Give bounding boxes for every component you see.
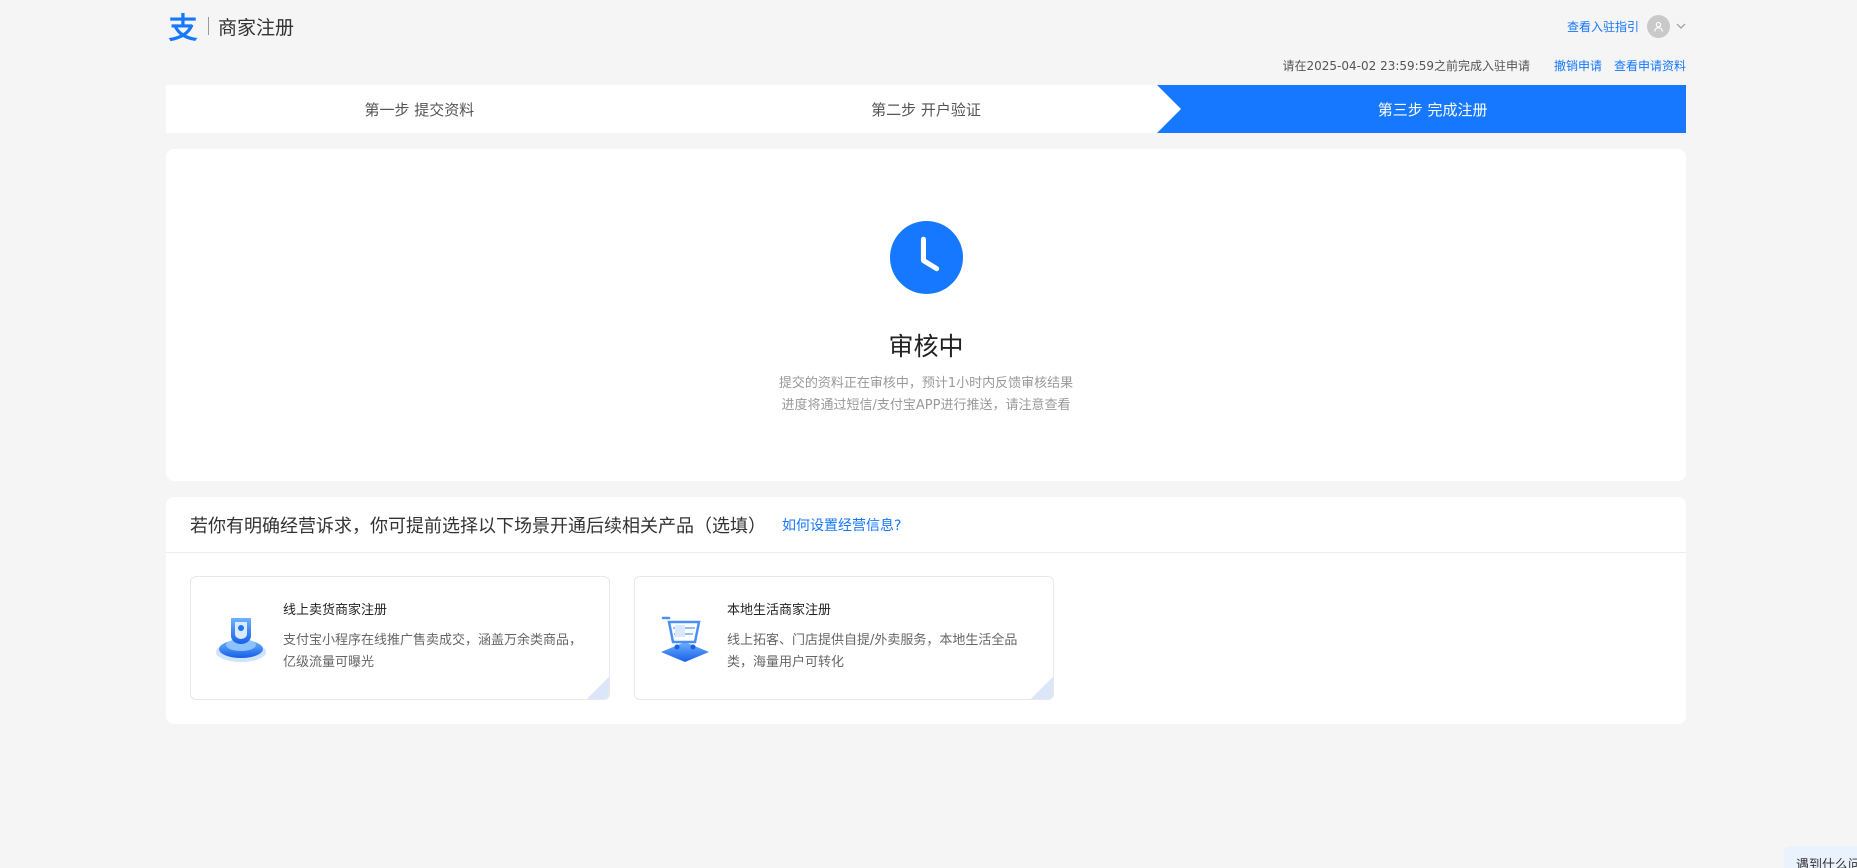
- alipay-logo-icon: 支: [168, 11, 198, 45]
- page-brand-title: 商家注册: [218, 16, 295, 39]
- product-name: 本地生活商家注册: [727, 603, 832, 618]
- online-shop-icon: [216, 618, 266, 662]
- steps-bar: 第一步 提交资料 第二步 开户验证 第三步 完成注册: [166, 85, 1687, 133]
- scene-card: 若你有明确经营诉求，你可提前选择以下场景开通后续相关产品（选填） 如何设置经营信…: [166, 497, 1686, 724]
- product-description: 线上拓客、门店提供自提/外卖服务，本地生活全品类，海量用户可转化: [727, 633, 1018, 670]
- clock-icon: [889, 221, 963, 294]
- step-label: 第二步 开户验证: [871, 100, 981, 119]
- status-description: 提交的资料正在审核中，预计1小时内反馈审核结果 进度将通过短信/支付宝APP进行…: [779, 373, 1073, 417]
- step-label: 第三步 完成注册: [1377, 100, 1488, 119]
- scene-help-link[interactable]: 如何设置经营信息?: [782, 515, 901, 535]
- scene-header: 若你有明确经营诉求，你可提前选择以下场景开通后续相关产品（选填） 如何设置经营信…: [166, 497, 1686, 553]
- deadline-text: 请在2025-04-02 23:59:59之前完成入驻申请: [1282, 58, 1530, 73]
- corner-decoration: [1031, 677, 1053, 699]
- help-float-widget[interactable]: 遇到什么问题: [1784, 846, 1857, 868]
- status-line-2: 进度将通过短信/支付宝APP进行推送，请注意查看: [781, 398, 1071, 413]
- product-text: 线上卖货商家注册 支付宝小程序在线推广售卖成交，涵盖万余类商品，亿级流量可曝光: [283, 599, 583, 674]
- product-list: 线上卖货商家注册 支付宝小程序在线推广售卖成交，涵盖万余类商品，亿级流量可曝光: [166, 553, 1686, 700]
- status-line-1: 提交的资料正在审核中，预计1小时内反馈审核结果: [778, 376, 1074, 391]
- guide-link[interactable]: 查看入驻指引: [1567, 18, 1639, 35]
- shopping-cart-icon: [661, 616, 709, 662]
- corner-decoration: [587, 677, 609, 699]
- header-right: 查看入驻指引: [1567, 14, 1686, 38]
- brand[interactable]: 支 商家注册: [166, 10, 295, 45]
- product-local-life[interactable]: 本地生活商家注册 线上拓客、门店提供自提/外卖服务，本地生活全品类，海量用户可转…: [634, 576, 1054, 700]
- product-name: 线上卖货商家注册: [283, 603, 388, 618]
- product-description: 支付宝小程序在线推广售卖成交，涵盖万余类商品，亿级流量可曝光: [283, 633, 583, 670]
- product-online-shop[interactable]: 线上卖货商家注册 支付宝小程序在线推广售卖成交，涵盖万余类商品，亿级流量可曝光: [190, 576, 610, 700]
- status-title: 审核中: [888, 332, 964, 361]
- avatar[interactable]: [1647, 14, 1670, 38]
- product-text: 本地生活商家注册 线上拓客、门店提供自提/外卖服务，本地生活全品类，海量用户可转…: [727, 599, 1027, 674]
- step-1: 第一步 提交资料: [166, 85, 673, 133]
- brand-divider: [208, 17, 209, 35]
- step-3: 第三步 完成注册: [1157, 85, 1687, 133]
- cancel-application-link[interactable]: 撤销申请: [1554, 57, 1602, 74]
- status-card: 审核中 提交的资料正在审核中，预计1小时内反馈审核结果 进度将通过短信/支付宝A…: [166, 149, 1686, 481]
- scene-title: 若你有明确经营诉求，你可提前选择以下场景开通后续相关产品（选填）: [190, 515, 766, 537]
- view-application-link[interactable]: 查看申请资料: [1614, 57, 1686, 74]
- chevron-down-icon[interactable]: [1676, 21, 1686, 31]
- header: 支 商家注册 查看入驻指引: [166, 10, 1686, 45]
- notice-row: 请在2025-04-02 23:59:59之前完成入驻申请 撤销申请 查看申请资…: [1283, 56, 1686, 74]
- page: 支 商家注册 查看入驻指引 请在2025-04-02 23:59:59之前完成入…: [0, 0, 1857, 868]
- user-icon: [1654, 21, 1663, 32]
- step-2: 第二步 开户验证: [673, 85, 1180, 133]
- step-label: 第一步 提交资料: [364, 100, 475, 119]
